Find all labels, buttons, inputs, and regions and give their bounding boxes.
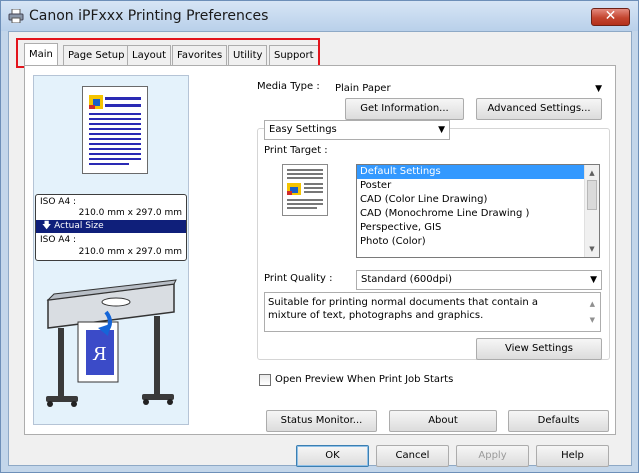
advanced-settings-button[interactable]: Advanced Settings... — [476, 98, 602, 120]
ok-button[interactable]: OK — [296, 445, 369, 467]
media-type-dropdown[interactable]: Plain Paper ▼ — [330, 79, 607, 99]
document-mixed-content-icon — [287, 169, 323, 209]
settings-mode-value: Easy Settings — [269, 124, 337, 135]
document-page-icon — [89, 95, 141, 165]
open-preview-label[interactable]: Open Preview When Print Job Starts — [275, 374, 453, 385]
printer-icon — [8, 9, 24, 23]
document-preview-thumbnail — [82, 86, 148, 174]
title-bar[interactable]: Canon iPFxxx Printing Preferences ✕ — [1, 1, 638, 31]
down-arrow-icon: 🡇 — [42, 221, 52, 231]
chevron-down-icon: ▼ — [438, 125, 445, 135]
tab-layout[interactable]: Layout — [127, 45, 171, 65]
output-size-value: 210.0 mm x 297.0 mm — [78, 247, 182, 257]
print-target-thumbnail — [282, 164, 328, 216]
help-button[interactable]: Help — [536, 445, 609, 467]
open-preview-checkbox[interactable] — [259, 374, 271, 386]
page-size-value: 210.0 mm x 297.0 mm — [78, 208, 182, 218]
page-size-label: ISO A4 : — [40, 197, 77, 207]
actual-size-label: Actual Size — [54, 221, 104, 231]
scroll-down-icon[interactable]: ▼ — [590, 314, 595, 327]
media-type-label: Media Type : — [257, 81, 320, 92]
actual-size-bar: 🡇 Actual Size — [36, 220, 186, 233]
scroll-down-icon[interactable]: ▼ — [585, 242, 599, 256]
print-target-listbox[interactable]: Default Settings Poster CAD (Color Line … — [356, 164, 600, 258]
cancel-button[interactable]: Cancel — [376, 445, 449, 467]
list-item-cad-monochrome[interactable]: CAD (Monochrome Line Drawing ) — [357, 207, 599, 221]
window-title: Canon iPFxxx Printing Preferences — [29, 8, 269, 24]
media-type-label-text: Media Type : — [257, 81, 320, 92]
view-settings-button[interactable]: View Settings — [476, 338, 602, 360]
print-quality-description: Suitable for printing normal documents t… — [264, 292, 601, 332]
list-item-perspective-gis[interactable]: Perspective, GIS — [357, 221, 599, 235]
output-size-label: ISO A4 : — [40, 235, 77, 245]
scrollbar-thumb[interactable] — [587, 180, 597, 210]
print-target-label: Print Target : — [264, 145, 328, 156]
print-target-scrollbar[interactable]: ▲ ▼ — [584, 165, 599, 257]
settings-mode-dropdown[interactable]: Easy Settings ▼ — [264, 120, 450, 140]
paper-size-info-box: ISO A4 : 210.0 mm x 297.0 mm 🡇 Actual Si… — [35, 194, 187, 261]
media-type-value: Plain Paper — [335, 83, 391, 94]
chevron-down-icon: ▼ — [590, 275, 597, 285]
scroll-up-icon[interactable]: ▲ — [585, 166, 599, 180]
list-item-photo-color[interactable]: Photo (Color) — [357, 235, 599, 249]
scroll-up-icon[interactable]: ▲ — [590, 298, 595, 311]
tab-support[interactable]: Support — [269, 45, 319, 65]
list-item-default-settings[interactable]: Default Settings — [357, 165, 599, 179]
print-quality-value: Standard (600dpi) — [361, 274, 453, 285]
tab-favorites[interactable]: Favorites — [172, 45, 228, 65]
defaults-button[interactable]: Defaults — [508, 410, 609, 432]
list-item-poster[interactable]: Poster — [357, 179, 599, 193]
list-item-cad-color[interactable]: CAD (Color Line Drawing) — [357, 193, 599, 207]
svg-text:R: R — [93, 344, 107, 365]
close-button[interactable]: ✕ — [591, 8, 630, 26]
large-format-printer-illustration: R — [46, 279, 177, 407]
print-quality-label: Print Quality : — [264, 273, 333, 284]
status-monitor-button[interactable]: Status Monitor... — [266, 410, 377, 432]
about-button[interactable]: About — [389, 410, 497, 432]
tab-utility[interactable]: Utility — [228, 45, 268, 65]
tab-page-setup[interactable]: Page Setup — [63, 45, 130, 65]
chevron-down-icon: ▼ — [595, 84, 602, 94]
print-quality-description-text: Suitable for printing normal documents t… — [268, 297, 539, 321]
print-quality-dropdown[interactable]: Standard (600dpi) ▼ — [356, 270, 602, 290]
apply-button[interactable]: Apply — [456, 445, 529, 467]
get-information-button[interactable]: Get Information... — [345, 98, 464, 120]
tab-main[interactable]: Main — [24, 43, 58, 66]
